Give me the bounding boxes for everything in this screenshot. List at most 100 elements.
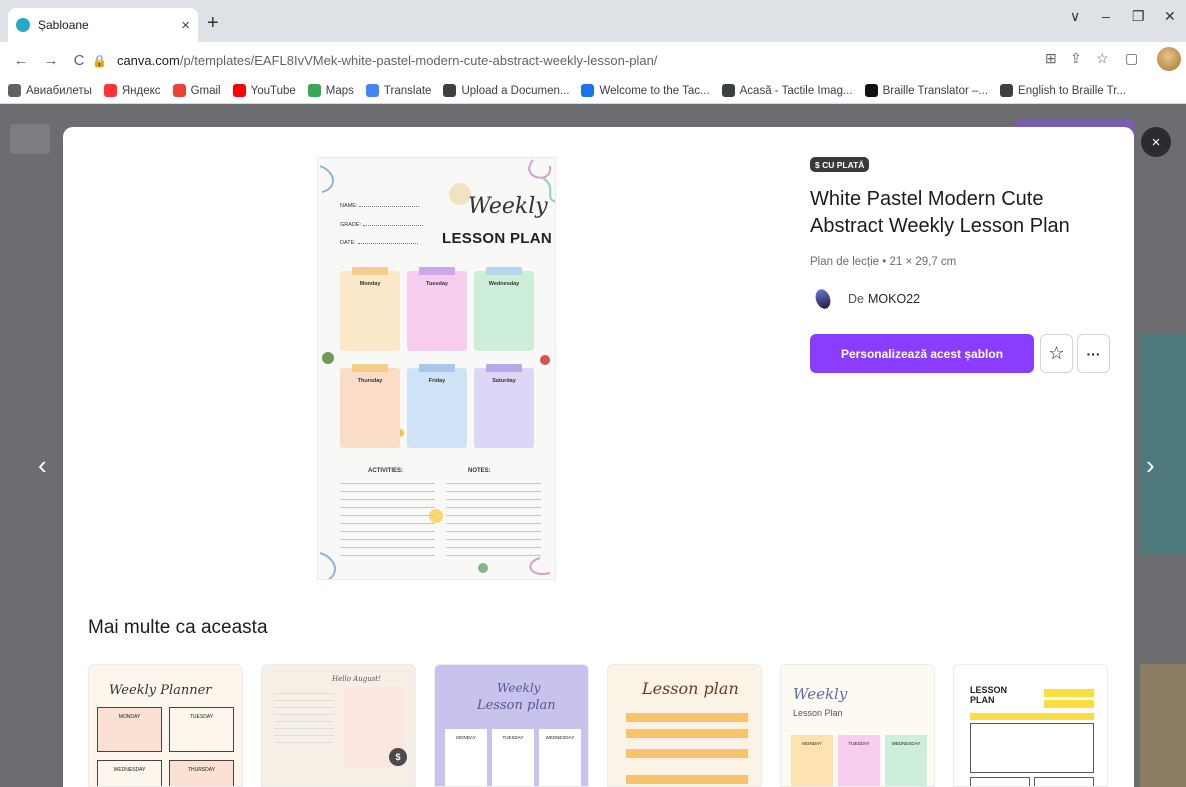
- bookmark-item[interactable]: Braille Translator –...: [864, 84, 988, 97]
- preview-date-field: DATE:: [340, 240, 418, 246]
- url-path: /p/templates/EAFL8IvVMek-white-pastel-mo…: [179, 53, 658, 68]
- bookmark-item[interactable]: English to Braille Tr...: [1000, 84, 1126, 97]
- thumb-bar: [626, 729, 748, 738]
- next-template-button[interactable]: ›: [1146, 450, 1155, 481]
- bookmark-item[interactable]: Авиабилеты: [8, 84, 92, 97]
- profile-avatar[interactable]: [1157, 47, 1181, 71]
- more-options-button[interactable]: ···: [1077, 334, 1110, 373]
- bookmark-item[interactable]: Яндекс: [103, 84, 161, 97]
- thumb-cell: TUESDAY: [838, 735, 880, 786]
- bookmark-star-icon[interactable]: ☆: [1096, 50, 1109, 67]
- preview-ruled-line: [340, 547, 435, 548]
- tab-search-icon[interactable]: ∨: [1070, 8, 1080, 25]
- preview-name-field: NAME:: [340, 203, 420, 209]
- thumb-bar: [626, 713, 748, 722]
- share-icon[interactable]: ⇪: [1070, 50, 1082, 67]
- star-icon: ☆: [1048, 343, 1065, 363]
- translate-icon[interactable]: ⊞: [1045, 50, 1057, 67]
- bookmark-favicon-icon: [443, 84, 457, 97]
- bookmark-favicon-icon: [1000, 84, 1014, 97]
- preview-lesson-plan-text: LESSON PLAN: [442, 230, 552, 247]
- preview-ruled-line: [446, 523, 541, 524]
- maximize-button[interactable]: ❐: [1132, 8, 1145, 25]
- preview-grade-field: GRADE:: [340, 222, 424, 228]
- preview-weekly-text: Weekly: [468, 194, 548, 219]
- favorite-star-button[interactable]: ☆: [1040, 334, 1073, 373]
- bookmarks-bar: Авиабилеты Яндекс Gmail YouTube Maps Translat…: [0, 78, 1186, 104]
- preview-activities-label: ACTIVITIES:: [368, 468, 404, 474]
- more-like-this-heading: Mai multe ca aceasta: [88, 617, 268, 638]
- thumb-bar: [1044, 700, 1094, 708]
- lock-icon: 🔒: [92, 53, 107, 68]
- bookmark-item[interactable]: Upload a Documen...: [443, 84, 569, 97]
- preview-ruled-line: [340, 531, 435, 532]
- thumb-title-2: PLAN: [970, 695, 995, 705]
- preview-ruled-line: [446, 515, 541, 516]
- bookmark-item[interactable]: Welcome to the Tac...: [581, 84, 710, 97]
- bookmark-item[interactable]: YouTube: [232, 84, 296, 97]
- thumb-bar: [626, 775, 748, 784]
- preview-day-card: Monday: [340, 267, 400, 351]
- new-tab-button[interactable]: +: [207, 12, 219, 35]
- similar-template-thumb[interactable]: Weekly Lesson Plan MONDAY TUESDAY WEDNES…: [780, 664, 935, 787]
- thumb-title: Weekly: [793, 685, 848, 703]
- similar-template-thumb[interactable]: Hello August! $: [261, 664, 416, 787]
- preview-ruled-line: [446, 483, 541, 484]
- author-name[interactable]: MOKO22: [868, 292, 920, 306]
- author-prefix: De: [848, 292, 864, 306]
- similar-template-thumb[interactable]: Weekly Planner MONDAY TUESDAY WEDNESDAY …: [88, 664, 243, 787]
- bookmark-item[interactable]: Maps: [307, 84, 354, 97]
- preview-day-card: Wednesday: [474, 267, 534, 351]
- preview-ruled-line: [446, 539, 541, 540]
- similar-template-thumb[interactable]: Weekly Lesson plan MONDAY TUESDAY WEDNES…: [434, 664, 589, 787]
- thumb-bar: [1044, 689, 1094, 697]
- bookmark-label: YouTube: [250, 84, 296, 97]
- back-button[interactable]: ←: [9, 52, 33, 69]
- bookmark-label: Upload a Documen...: [461, 84, 570, 97]
- thumb-cell: TUESDAY: [492, 729, 534, 786]
- bookmark-label: Welcome to the Tac...: [599, 84, 710, 97]
- bookmark-item[interactable]: Acasă - Tactile Imag...: [721, 84, 853, 97]
- paid-badge: $ CU PLATĂ: [810, 157, 870, 172]
- author-avatar: [810, 286, 836, 312]
- similar-template-thumb[interactable]: LESSON PLAN: [953, 664, 1108, 787]
- bookmark-item[interactable]: Translate: [365, 84, 432, 97]
- bookmark-favicon-icon: [307, 84, 321, 97]
- address-bar[interactable]: 🔒 canva.com/p/templates/EAFL8IvVMek-whit…: [92, 48, 1102, 73]
- thumb-cell: MONDAY: [97, 707, 162, 752]
- preview-ruled-line: [340, 523, 435, 524]
- thumb-box: [970, 723, 1094, 773]
- pro-badge: $: [389, 748, 407, 766]
- close-modal-button[interactable]: ×: [1141, 127, 1171, 157]
- preview-ruled-line: [446, 491, 541, 492]
- similar-template-thumb[interactable]: Lesson plan: [607, 664, 762, 787]
- forward-button[interactable]: →: [39, 52, 63, 69]
- thumb-title: Weekly: [497, 681, 541, 695]
- minimize-button[interactable]: –: [1102, 8, 1110, 24]
- more-icon: ···: [1086, 345, 1101, 362]
- thumb-cell: WEDNESDAY: [97, 760, 162, 786]
- side-panel-icon[interactable]: ▢: [1125, 50, 1138, 67]
- prev-template-button[interactable]: ‹: [38, 450, 47, 481]
- author-row[interactable]: De MOKO22: [810, 286, 920, 312]
- bookmark-label: Gmail: [190, 84, 221, 97]
- preview-ruled-line: [340, 515, 435, 516]
- thumb-title: Lesson plan: [642, 679, 739, 698]
- preview-ruled-line: [446, 507, 541, 508]
- bookmark-label: Maps: [325, 84, 354, 97]
- template-preview-image: Weekly LESSON PLAN NAME: GRADE: DATE: Mo…: [317, 157, 556, 580]
- tab-close-button[interactable]: ×: [181, 17, 190, 34]
- bookmark-favicon-icon: [103, 84, 117, 97]
- reload-button[interactable]: C: [67, 52, 91, 69]
- thumb-box: [1034, 777, 1094, 786]
- thumb-title: Weekly Planner: [109, 683, 212, 698]
- thumb-cell: MONDAY: [445, 729, 487, 786]
- bookmark-item[interactable]: Gmail: [172, 84, 221, 97]
- preview-ruled-line: [446, 499, 541, 500]
- bookmark-label: Acasă - Tactile Imag...: [739, 84, 853, 97]
- bookmark-label: Translate: [383, 84, 432, 97]
- close-window-button[interactable]: ✕: [1164, 8, 1176, 25]
- preview-day-card: Saturday: [474, 364, 534, 448]
- browser-tab[interactable]: Șabloane ×: [8, 8, 198, 42]
- customize-template-button[interactable]: Personalizează acest șablon: [810, 334, 1034, 373]
